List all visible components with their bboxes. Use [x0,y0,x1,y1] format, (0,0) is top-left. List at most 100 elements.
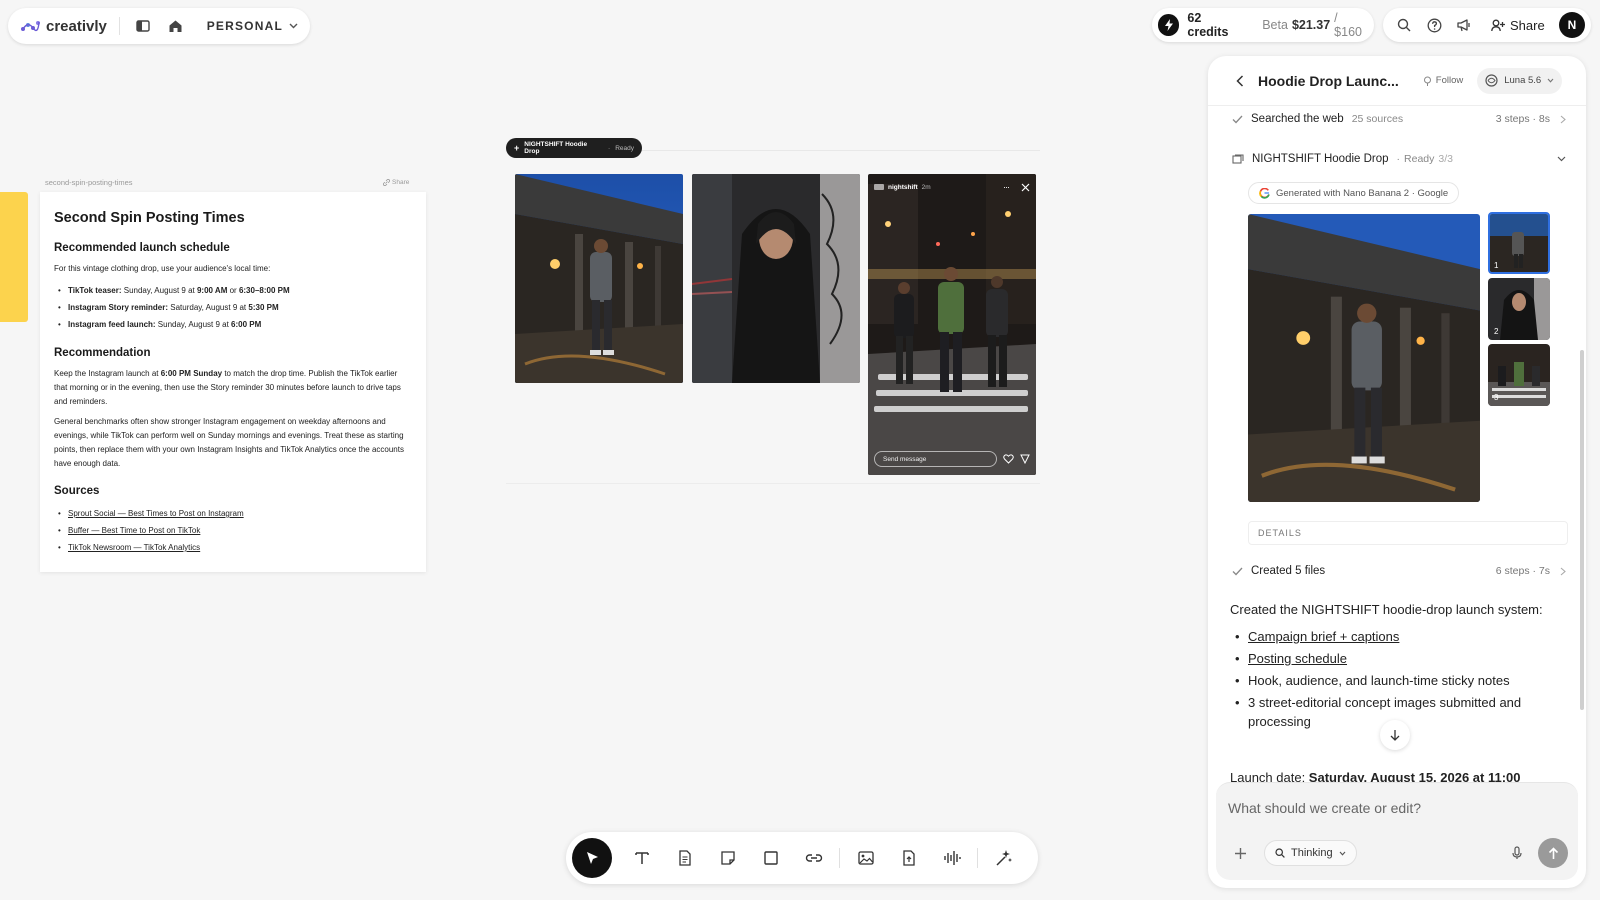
credits-pill[interactable]: 62 credits Beta $21.37 / $160 [1152,8,1374,42]
workspace-selector[interactable]: PERSONAL [207,19,298,33]
check-icon [1232,567,1243,575]
main-image-preview[interactable] [1248,214,1480,502]
panel-scrollbar[interactable] [1580,350,1584,710]
concept-image-2[interactable] [692,174,860,383]
thumbnail-number: 1 [1494,261,1499,270]
files-step-label: Created 5 files [1251,565,1326,577]
scroll-down-button[interactable] [1380,720,1410,750]
file-link-posting-schedule[interactable]: Posting schedule [1230,649,1560,668]
summary-list: Campaign brief + captions Posting schedu… [1230,627,1560,731]
composer-input[interactable]: What should we create or edit? [1228,800,1421,816]
search-step-row[interactable]: Searched the web 25 sources 3 steps · 8s [1232,112,1566,126]
toolbar-divider [977,848,978,868]
sources-list: Sprout Social — Best Times to Post on In… [54,505,412,556]
back-icon[interactable] [1236,74,1244,87]
text-icon [634,852,649,864]
announcement-icon[interactable] [1453,14,1475,36]
chat-title[interactable]: Hoodie Drop Launc... [1258,73,1399,89]
sticky-note-tool[interactable] [706,838,749,878]
frame-tool[interactable] [749,838,792,878]
chevron-down-icon [1339,851,1345,856]
concept-image-1[interactable] [515,174,683,383]
file-link-campaign-brief[interactable]: Campaign brief + captions [1230,627,1560,646]
link-tool[interactable] [792,838,835,878]
source-link[interactable]: Buffer — Best Time to Post on TikTok [54,522,412,539]
chevron-down-icon [289,23,298,29]
thumbnail-1[interactable]: 1 [1488,212,1550,274]
mode-selector[interactable]: Thinking [1264,840,1357,866]
document-tool[interactable] [663,838,706,878]
posting-times-document[interactable]: Second Spin Posting Times Recommended la… [40,192,426,572]
microphone-icon[interactable] [1512,846,1522,860]
heart-icon[interactable] [1003,454,1014,464]
thumbnail-2[interactable]: 2 [1488,278,1550,340]
text-tool[interactable] [620,838,663,878]
check-icon [1232,115,1243,123]
doc-share-label: Share [392,179,410,186]
bolt-icon [1158,14,1180,36]
details-toggle[interactable]: DETAILS [1248,521,1568,545]
select-tool[interactable] [572,838,612,878]
thumbnail-3[interactable]: 3 [1488,344,1550,406]
assistant-panel: Hoodie Drop Launc... Follow Luna 5.6 Sea… [1208,56,1586,888]
send-message-placeholder: Send message [883,455,927,463]
plus-icon[interactable] [1234,847,1247,860]
more-icon[interactable]: ··· [1003,182,1010,192]
doc-share-button[interactable]: Share [383,179,409,186]
generated-with-chip: Generated with Nano Banana 2 · Google [1248,182,1460,204]
workspace-toolbar: creativly PERSONAL [8,8,310,44]
avatar[interactable]: N [1559,12,1585,38]
asset-group-status: Ready [1404,153,1435,165]
search-icon[interactable] [1393,14,1415,36]
home-icon[interactable] [165,15,186,37]
image-icon [857,851,874,865]
send-icon[interactable] [1020,454,1030,464]
chevron-down-icon [1557,156,1566,162]
concept-image-3-story[interactable]: nightshift 2m ··· Send message [868,174,1036,475]
divider [118,17,120,35]
budget-value: / $160 [1334,11,1362,39]
ai-generate-tool[interactable] [982,838,1025,878]
search-icon [1275,848,1285,858]
doc-filename: second-spin-posting-times [45,178,133,187]
files-step-row[interactable]: Created 5 files 6 steps · 7s [1232,564,1566,578]
chevron-down-icon [1547,78,1554,83]
recommendation-text: Keep the Instagram launch at 6:00 PM Sun… [54,369,401,406]
chevron-right-icon [1560,567,1566,575]
help-icon[interactable] [1423,14,1445,36]
sparkle-wand-icon [995,850,1012,866]
schedule-item: Instagram Story reminder: Saturday, Augu… [54,299,412,316]
sticky-note[interactable] [0,192,28,322]
asset-group-row[interactable]: NIGHTSHIFT Hoodie Drop · Ready 3/3 [1232,152,1566,166]
source-link[interactable]: TikTok Newsroom — TikTok Analytics [54,539,412,556]
brand-logo[interactable]: creativly [20,18,107,35]
close-icon[interactable] [1021,183,1030,192]
pointer-icon [587,852,598,864]
story-age: 2m [921,183,931,191]
asset-group-dot: · [1396,153,1401,165]
sticky-note-icon [720,851,735,865]
sidebar-toggle-icon[interactable] [132,15,153,37]
upload-tool[interactable] [887,838,930,878]
image-group-label[interactable]: + NIGHTSHIFT Hoodie Drop · Ready [506,138,642,158]
send-button[interactable] [1538,838,1568,868]
share-label: Share [1510,17,1545,33]
follow-button[interactable]: Follow [1423,75,1463,86]
schedule-intro: For this vintage clothing drop, use your… [54,264,271,273]
source-link[interactable]: Sprout Social — Best Times to Post on In… [54,505,412,522]
workspace-name: PERSONAL [206,19,283,33]
schedule-list: TikTok teaser: Sunday, August 9 at 9:00 … [54,282,412,333]
audio-tool[interactable] [930,838,973,878]
search-step-label: Searched the web [1251,113,1344,125]
model-selector[interactable]: Luna 5.6 [1477,67,1563,94]
images-icon [1232,154,1244,164]
image-tool[interactable] [844,838,887,878]
add-user-icon [1491,19,1505,31]
send-message-input[interactable]: Send message [874,451,997,467]
share-button[interactable]: Share [1491,18,1545,33]
top-right-tools: Share N [1383,8,1591,42]
chevron-right-icon [1560,115,1566,123]
sources-heading: Sources [54,485,100,497]
brand-name: creativly [46,17,107,35]
search-step-sources: 25 sources [1351,113,1404,125]
